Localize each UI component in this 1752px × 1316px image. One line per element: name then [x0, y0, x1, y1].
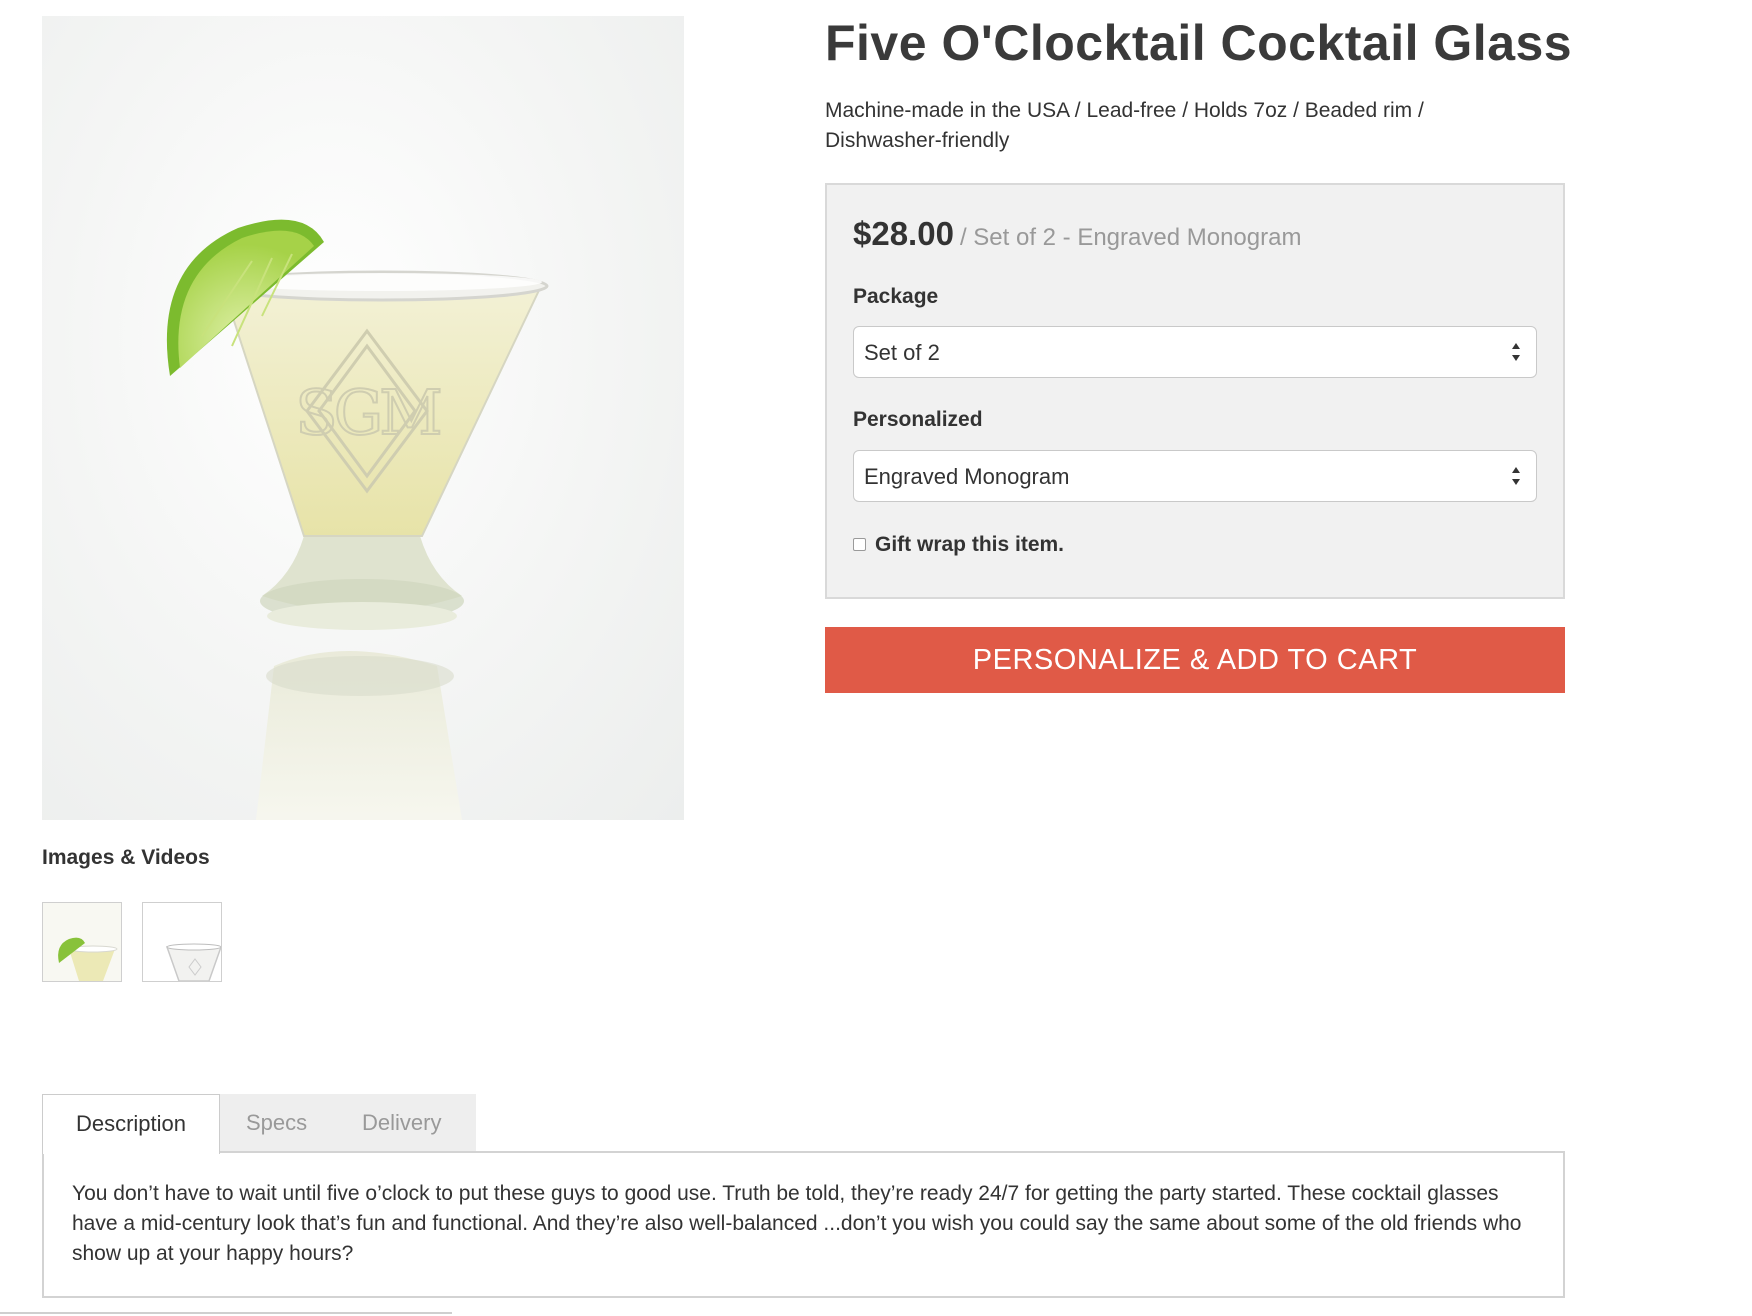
product-features: Machine-made in the USA / Lead-free / Ho…	[825, 99, 1424, 152]
package-label: Package	[853, 285, 939, 308]
divider	[0, 1312, 452, 1314]
tab-description[interactable]: Description	[42, 1094, 220, 1154]
thumbnail-lime-margarita[interactable]	[42, 902, 122, 982]
tab-delivery[interactable]: Delivery	[362, 1094, 441, 1152]
gift-wrap-checkbox[interactable]	[853, 538, 866, 551]
price-variant-detail: / Set of 2 - Engraved Monogram	[959, 224, 1302, 251]
personalized-label: Personalized	[853, 408, 983, 431]
monogram-engraving: SGM	[295, 376, 440, 449]
purchase-options-panel: $28.00/ Set of 2 - Engraved Monogram Pac…	[825, 183, 1565, 599]
product-price: $28.00	[853, 215, 954, 252]
description-panel: You don’t have to wait until five o’cloc…	[42, 1151, 1565, 1298]
personalize-add-to-cart-button[interactable]: PERSONALIZE & ADD TO CART	[825, 627, 1565, 693]
product-title: Five O'Clocktail Cocktail Glass	[825, 15, 1573, 71]
personalized-selected-value: Engraved Monogram	[864, 464, 1070, 489]
gift-wrap-label[interactable]: Gift wrap this item.	[875, 533, 1064, 557]
images-videos-heading: Images & Videos	[42, 846, 210, 869]
personalized-select[interactable]: Engraved Monogram	[853, 450, 1537, 502]
package-select[interactable]: Set of 2	[853, 326, 1537, 378]
price-line: $28.00/ Set of 2 - Engraved Monogram	[853, 215, 1301, 253]
description-text: You don’t have to wait until five o’cloc…	[72, 1182, 1522, 1265]
select-arrows-icon	[1512, 343, 1520, 361]
tab-specs[interactable]: Specs	[246, 1094, 307, 1152]
product-main-image[interactable]: SGM	[42, 16, 684, 820]
product-info-tabs: Description Specs Delivery	[42, 1094, 476, 1154]
select-arrows-icon	[1512, 467, 1520, 485]
thumbnail-empty-glass[interactable]	[142, 902, 222, 982]
package-selected-value: Set of 2	[864, 340, 940, 365]
